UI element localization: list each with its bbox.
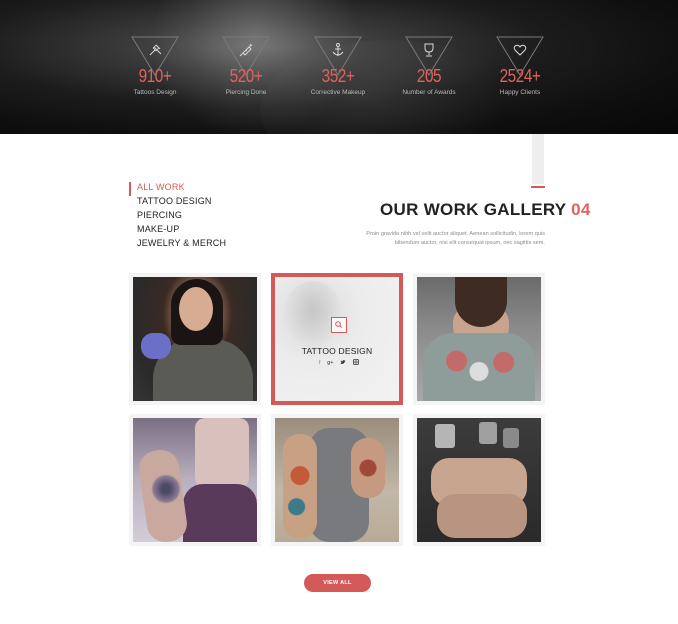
gallery-description: Proin gravida nibh vel velit auctor aliq… <box>366 231 545 246</box>
stat-value: 910+ <box>138 66 172 86</box>
gallery-item[interactable] <box>129 273 261 405</box>
decorative-gray-bar <box>532 134 544 184</box>
gallery-photo-tattoo-artist <box>133 277 257 401</box>
stat-label: Piercing Done <box>225 89 267 96</box>
gallery-filter-menu: ALL WORK TATTOO DESIGN PIERCING MAKE-UP … <box>129 182 226 252</box>
filter-all-work[interactable]: ALL WORK <box>129 182 226 196</box>
stat-label: Tattoos Design <box>133 89 177 96</box>
facebook-icon[interactable]: f <box>319 359 321 367</box>
syringe-icon <box>238 42 254 58</box>
gallery-photo-tattooed-hands <box>417 418 541 542</box>
stat-label: Number of Awards <box>402 89 456 96</box>
social-share-links: f g+ <box>319 358 359 368</box>
gallery-section-number: 04 <box>571 200 591 219</box>
filter-make-up[interactable]: MAKE-UP <box>129 224 226 238</box>
gallery-item[interactable] <box>413 273 545 405</box>
gallery-photo-tattooed-arm <box>133 418 257 542</box>
gallery-heading: OUR WORK GALLERY 04 <box>380 200 590 220</box>
search-icon[interactable] <box>331 317 347 333</box>
stat-label: Corrective Makeup <box>310 89 366 96</box>
gallery-item[interactable] <box>271 414 403 546</box>
anchor-icon <box>330 42 346 58</box>
filter-jewelry-merch[interactable]: JEWELRY & MERCH <box>129 238 226 252</box>
featured-item-title: TATTOO DESIGN <box>301 346 373 356</box>
stats-banner: 910+ Tattoos Design 520+ Piercing Done 3… <box>0 0 678 134</box>
twitter-icon[interactable] <box>340 359 346 368</box>
gallery-item-featured[interactable]: TATTOO DESIGN f g+ <box>271 273 403 405</box>
stat-value: 205 <box>416 66 442 86</box>
tattoo-machine-icon <box>147 42 163 58</box>
heart-icon <box>512 42 528 58</box>
gallery-item[interactable] <box>413 414 545 546</box>
filter-piercing[interactable]: PIERCING <box>129 210 226 224</box>
decorative-red-bar <box>531 186 545 188</box>
view-all-button[interactable]: VIEW ALL <box>304 574 371 592</box>
stat-label: Happy Clients <box>499 89 541 96</box>
gallery-title-text: OUR WORK GALLERY <box>380 200 567 219</box>
gallery-item[interactable] <box>129 414 261 546</box>
instagram-icon[interactable] <box>353 358 359 368</box>
gallery-photo-tattooed-chest <box>417 277 541 401</box>
stat-value: 2524+ <box>499 66 541 86</box>
gallery-photo-featured-overlay: TATTOO DESIGN f g+ <box>275 277 399 401</box>
page: 910+ Tattoos Design 520+ Piercing Done 3… <box>0 0 678 624</box>
trophy-icon <box>421 42 437 58</box>
filter-tattoo-design[interactable]: TATTOO DESIGN <box>129 196 226 210</box>
gallery-photo-sleeve-tattoo <box>275 418 399 542</box>
stat-value: 352+ <box>321 66 355 86</box>
stat-value: 520+ <box>229 66 263 86</box>
google-plus-icon[interactable]: g+ <box>327 359 333 367</box>
